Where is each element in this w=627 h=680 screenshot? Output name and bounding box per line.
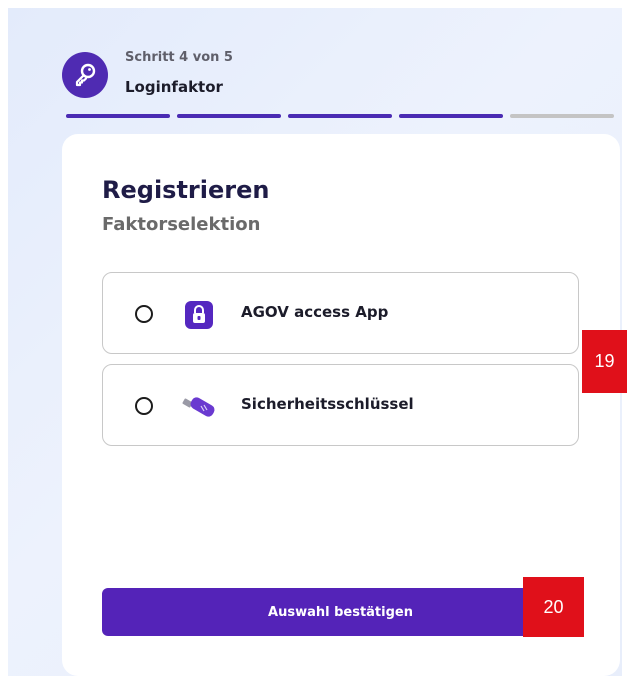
key-icon bbox=[75, 63, 96, 87]
option-security-key[interactable]: Sicherheitsschlüssel bbox=[102, 364, 579, 446]
step-title: Loginfaktor bbox=[125, 78, 223, 96]
progress-segment bbox=[399, 114, 503, 118]
option-agov-app[interactable]: AGOV access App bbox=[102, 272, 579, 354]
page-subtitle: Faktorselektion bbox=[102, 214, 261, 235]
step-badge bbox=[62, 52, 108, 98]
progress-segment bbox=[288, 114, 392, 118]
confirm-selection-button[interactable]: Auswahl bestätigen bbox=[102, 588, 579, 636]
radio-button[interactable] bbox=[135, 397, 153, 415]
option-label: Sicherheitsschlüssel bbox=[241, 395, 414, 413]
annotation-marker: 19 bbox=[582, 330, 627, 393]
option-label: AGOV access App bbox=[241, 303, 389, 321]
usb-key-icon bbox=[182, 397, 215, 417]
page-title: Registrieren bbox=[102, 176, 270, 204]
progress-segment bbox=[177, 114, 281, 118]
radio-button[interactable] bbox=[135, 305, 153, 323]
progress-segment bbox=[66, 114, 170, 118]
annotation-marker: 20 bbox=[523, 577, 584, 637]
step-counter: Schritt 4 von 5 bbox=[125, 50, 233, 65]
progress-segment bbox=[510, 114, 614, 118]
lock-app-icon bbox=[185, 301, 213, 329]
